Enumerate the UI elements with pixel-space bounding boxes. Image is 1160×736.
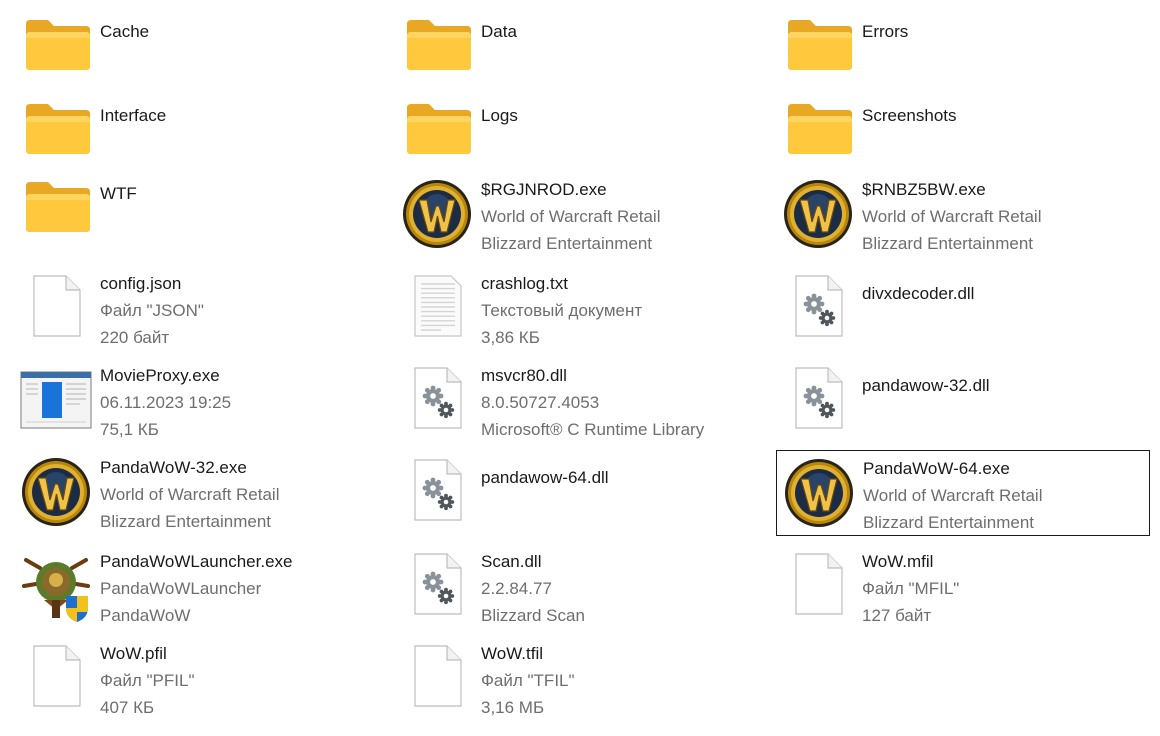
item-name: WoW.pfil [100, 644, 167, 663]
item-detail-2: 3,16 МБ [481, 698, 545, 717]
item-name: PandaWoWLauncher.exe [100, 552, 293, 571]
folder-with-documents-icon [786, 16, 858, 88]
item-detail-1: Файл "JSON" [100, 301, 204, 320]
file-item[interactable]: msvcr80.dll 8.0.50727.4053 Microsoft® C Ru… [401, 364, 775, 446]
item-detail-2: 75,1 КБ [100, 420, 159, 439]
file-item[interactable]: PandaWoW-32.exe World of Warcraft Retail B… [20, 456, 394, 538]
item-detail-2: PandaWoW [100, 606, 191, 625]
folder-item[interactable]: Interface [20, 100, 394, 182]
file-item[interactable]: $RGJNROD.exe World of Warcraft Retail Bliz… [401, 178, 775, 260]
item-detail-2: 3,86 КБ [481, 328, 540, 347]
item-name: Cache [100, 22, 150, 41]
folder-icon [24, 16, 96, 88]
item-name: Data [481, 22, 517, 41]
item-detail-2: Blizzard Entertainment [481, 234, 653, 253]
item-name: divxdecoder.dll [862, 284, 975, 303]
blank-file-icon [32, 274, 104, 346]
file-item[interactable]: $RNBZ5BW.exe World of Warcraft Retail Bliz… [782, 178, 1156, 260]
file-item[interactable]: pandawow-32.dll [782, 364, 1156, 446]
file-item[interactable]: PandaWoW-64.exe World of Warcraft Retail B… [776, 450, 1150, 536]
file-item[interactable]: Scan.dll 2.2.84.77 Blizzard Scan [401, 550, 775, 632]
file-item[interactable]: WoW.pfil Файл "PFIL" 407 КБ [20, 642, 394, 724]
dll-gear-file-icon [794, 366, 866, 438]
item-name: MovieProxy.exe [100, 366, 220, 385]
file-item[interactable]: WoW.mfil Файл "MFIL" 127 байт [782, 550, 1156, 632]
panda-launcher-shield-icon [20, 550, 92, 622]
blank-file-icon [32, 644, 104, 716]
folder-item[interactable]: Logs [401, 100, 775, 182]
wow-logo-icon [20, 456, 92, 528]
file-item[interactable]: MovieProxy.exe 06.11.2023 19:25 75,1 КБ [20, 364, 394, 446]
wow-logo-icon [782, 178, 854, 250]
dll-gear-file-icon [413, 366, 485, 438]
dll-gear-file-icon [413, 458, 485, 530]
blank-file-icon [794, 552, 866, 624]
item-detail-2: Blizzard Entertainment [100, 512, 272, 531]
item-detail-2: 127 байт [862, 606, 932, 625]
item-detail-2: 407 КБ [100, 698, 155, 717]
item-detail-1: 8.0.50727.4053 [481, 393, 600, 412]
item-name: PandaWoW-64.exe [863, 459, 1010, 478]
item-detail-1: Файл "TFIL" [481, 671, 575, 690]
folder-item[interactable]: Screenshots [782, 100, 1156, 182]
folder-item[interactable]: Cache [20, 16, 394, 98]
file-grid: Cache Data Errors Interface Logs Screens… [0, 0, 1160, 736]
folder-with-documents-icon [405, 100, 477, 172]
item-detail-1: World of Warcraft Retail [863, 486, 1043, 505]
item-name: msvcr80.dll [481, 366, 567, 385]
dll-gear-file-icon [413, 552, 485, 624]
item-detail-1: Файл "PFIL" [100, 671, 195, 690]
item-detail-1: 2.2.84.77 [481, 579, 552, 598]
item-name: PandaWoW-32.exe [100, 458, 247, 477]
item-detail-2: Microsoft® C Runtime Library [481, 420, 705, 439]
item-detail-1: PandaWoWLauncher [100, 579, 262, 598]
item-name: pandawow-64.dll [481, 468, 609, 487]
folder-item[interactable]: Data [401, 16, 775, 98]
folder-with-screenshot-icon [786, 100, 858, 172]
folder-with-documents-icon [24, 178, 96, 250]
item-detail-1: 06.11.2023 19:25 [100, 393, 232, 412]
file-item[interactable]: PandaWoWLauncher.exe PandaWoWLauncher Pand… [20, 550, 394, 632]
item-detail-1: Файл "MFIL" [862, 579, 960, 598]
item-name: Screenshots [862, 106, 957, 125]
item-name: $RGJNROD.exe [481, 180, 607, 199]
item-detail-1: World of Warcraft Retail [100, 485, 280, 504]
item-name: $RNBZ5BW.exe [862, 180, 986, 199]
file-item[interactable]: WoW.tfil Файл "TFIL" 3,16 МБ [401, 642, 775, 724]
item-detail-2: Blizzard Entertainment [862, 234, 1034, 253]
item-name: WoW.mfil [862, 552, 934, 571]
blank-file-icon [413, 644, 485, 716]
file-item[interactable]: pandawow-64.dll [401, 456, 775, 538]
item-detail-1: World of Warcraft Retail [481, 207, 661, 226]
item-name: pandawow-32.dll [862, 376, 990, 395]
folder-icon [24, 100, 96, 172]
item-name: Scan.dll [481, 552, 542, 571]
item-name: Interface [100, 106, 167, 125]
folder-with-documents-icon [405, 16, 477, 88]
folder-item[interactable]: WTF [20, 178, 394, 260]
file-item[interactable]: divxdecoder.dll [782, 272, 1156, 354]
dll-gear-file-icon [794, 274, 866, 346]
item-detail-1: Текстовый документ [481, 301, 643, 320]
item-detail-2: Blizzard Scan [481, 606, 585, 625]
wow-logo-icon [401, 178, 473, 250]
item-detail-2: 220 байт [100, 328, 170, 347]
item-name: WoW.tfil [481, 644, 544, 663]
item-name: Logs [481, 106, 518, 125]
item-name: WTF [100, 184, 137, 203]
wow-logo-icon [783, 457, 855, 529]
item-detail-1: World of Warcraft Retail [862, 207, 1042, 226]
item-name: Errors [862, 22, 909, 41]
item-name: crashlog.txt [481, 274, 568, 293]
file-item[interactable]: config.json Файл "JSON" 220 байт [20, 272, 394, 354]
item-name: config.json [100, 274, 182, 293]
text-file-icon [413, 274, 485, 346]
item-detail-2: Blizzard Entertainment [863, 513, 1035, 532]
file-item[interactable]: crashlog.txt Текстовый документ 3,86 КБ [401, 272, 775, 354]
app-window-icon [20, 370, 92, 442]
folder-item[interactable]: Errors [782, 16, 1156, 98]
